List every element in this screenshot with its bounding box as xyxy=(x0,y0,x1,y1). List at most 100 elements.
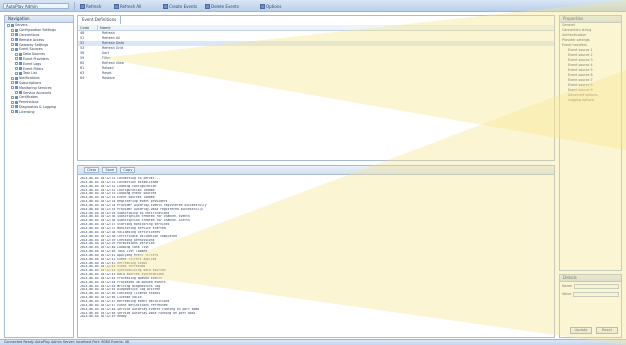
expand-icon[interactable] xyxy=(15,71,18,75)
log-output: 2014-06-04 10:12:31 Connecting to server… xyxy=(78,176,554,320)
cell-name: Restore xyxy=(102,76,115,80)
expand-icon[interactable] xyxy=(11,76,14,80)
value-field[interactable] xyxy=(573,291,619,297)
toolbar-separator xyxy=(74,2,75,10)
folder-icon xyxy=(15,43,18,47)
tree-item-label: Licensing xyxy=(19,109,35,114)
tree-item-label: Gateway Settings xyxy=(19,42,49,47)
toolbar-button-1[interactable]: Refresh xyxy=(80,3,108,9)
update-button[interactable]: Update xyxy=(570,327,592,334)
expand-icon[interactable] xyxy=(15,91,18,95)
expand-icon[interactable] xyxy=(11,81,14,85)
field-label-name: Name xyxy=(562,284,573,288)
folder-icon xyxy=(15,76,18,80)
title-bar: AutoPlay Admin Refresh Refresh All Creat… xyxy=(0,0,626,12)
reset-button[interactable]: Reset xyxy=(596,327,618,334)
folder-icon xyxy=(15,100,18,104)
expand-icon[interactable] xyxy=(15,57,18,61)
toolbar-button-4[interactable]: Delete Events xyxy=(205,3,255,9)
toolbar-button-5[interactable]: Options xyxy=(260,3,286,9)
folder-icon xyxy=(15,81,18,85)
name-field[interactable] xyxy=(574,283,619,289)
toolbar-button-3[interactable]: Create Events xyxy=(163,3,201,9)
folder-icon xyxy=(15,95,18,99)
tree-item-label: Service Accounts xyxy=(23,90,52,95)
expand-icon[interactable] xyxy=(11,105,14,109)
tree-item-label: Monitoring Services xyxy=(19,85,52,90)
expand-icon[interactable] xyxy=(11,100,14,104)
tree-item-label: Task List xyxy=(23,71,37,76)
tree-item-label: Event Logs xyxy=(23,61,42,66)
tree-item-label: Remote Access xyxy=(19,37,45,42)
tree-item-label: Connections xyxy=(19,32,40,37)
field-row-name: Name xyxy=(560,282,621,290)
folder-icon xyxy=(19,71,22,75)
expand-icon[interactable] xyxy=(11,38,14,42)
refresh-icon xyxy=(80,3,85,9)
expand-icon[interactable] xyxy=(11,33,14,37)
tree-item-label: Configuration Settings xyxy=(19,28,56,33)
expand-icon[interactable] xyxy=(15,52,18,56)
tree-item-label: Certificates xyxy=(19,95,38,100)
tab-event-definitions[interactable]: Event Definitions xyxy=(78,16,122,24)
status-bar: Connected Ready AutoPlay Admin Server: l… xyxy=(0,339,626,345)
field-row-value: Value xyxy=(560,290,621,298)
folder-icon xyxy=(11,23,14,27)
tree-item-label: Event Filters xyxy=(23,66,44,71)
event-table-panel: Event Definitions Code Name 48 Refresh 51 R… xyxy=(77,15,555,161)
properties-panel: Properties General Connection string Authe… xyxy=(559,15,622,271)
tree-item-label: Data Sources xyxy=(23,52,45,57)
folder-icon xyxy=(15,33,18,37)
property-item[interactable]: Logging options xyxy=(560,98,621,103)
copy-log-button[interactable]: Copy xyxy=(120,167,136,173)
expand-icon[interactable] xyxy=(11,110,14,114)
folder-icon xyxy=(15,105,18,109)
expand-icon[interactable] xyxy=(15,62,18,66)
tree-item-label: Subscriptions xyxy=(19,80,42,85)
expand-icon[interactable] xyxy=(7,23,10,27)
clear-log-button[interactable]: Clear xyxy=(84,167,100,173)
folder-icon xyxy=(15,38,18,42)
column-header-name[interactable]: Name xyxy=(98,25,554,30)
options-icon xyxy=(260,3,265,9)
folder-icon xyxy=(15,86,18,90)
folder-icon xyxy=(19,52,22,56)
tree-item-label: Diagnostics & Logging xyxy=(19,104,56,109)
properties-list: General Connection string Authentication Pr… xyxy=(560,23,621,103)
navigation-header: Navigation xyxy=(5,16,73,23)
expand-icon[interactable] xyxy=(11,43,14,47)
save-log-button[interactable]: Save xyxy=(102,167,118,173)
table-body: 48 Refresh 51 Refresh All 52 Refresh Data 53 Re… xyxy=(78,31,554,81)
field-label-value: Value xyxy=(562,292,572,296)
log-panel: Clear Save Copy 2014-06-04 10:12:31 Conn… xyxy=(77,165,555,338)
folder-icon xyxy=(15,47,18,51)
tree-item-label: Event Providers xyxy=(23,56,49,61)
log-line: 2014-06-04 10:12:49 Ready xyxy=(80,315,127,319)
table-row[interactable]: 64 Restore xyxy=(78,76,554,81)
folder-icon xyxy=(15,28,18,32)
navigation-tree: Servers Configuration Settings Connections… xyxy=(5,23,73,114)
folder-icon xyxy=(19,67,22,71)
tree-item-label: Permissions xyxy=(19,100,39,105)
expand-icon[interactable] xyxy=(11,47,14,51)
create-icon xyxy=(163,3,168,9)
toolbar-button-2[interactable]: Refresh All xyxy=(114,3,158,9)
properties-header: Properties xyxy=(560,16,621,23)
event-table: Code Name 48 Refresh 51 Refresh All 52 Refres… xyxy=(78,25,554,81)
delete-icon xyxy=(205,3,210,9)
details-panel: Details Name Value Update Reset xyxy=(559,274,622,338)
tree-item[interactable]: Licensing xyxy=(5,109,73,114)
folder-icon xyxy=(19,62,22,66)
expand-icon[interactable] xyxy=(11,95,14,99)
expand-icon[interactable] xyxy=(15,67,18,71)
column-header-code[interactable]: Code xyxy=(78,25,98,30)
details-header: Details xyxy=(560,275,621,282)
tree-item-label: Notifications xyxy=(19,76,40,81)
table-tabs: Event Definitions xyxy=(78,16,122,24)
expand-icon[interactable] xyxy=(11,28,14,32)
folder-icon xyxy=(19,91,22,95)
log-toolbar: Clear Save Copy xyxy=(78,166,554,175)
expand-icon[interactable] xyxy=(11,86,14,90)
folder-icon xyxy=(15,110,18,114)
app-title: AutoPlay Admin xyxy=(3,3,69,9)
